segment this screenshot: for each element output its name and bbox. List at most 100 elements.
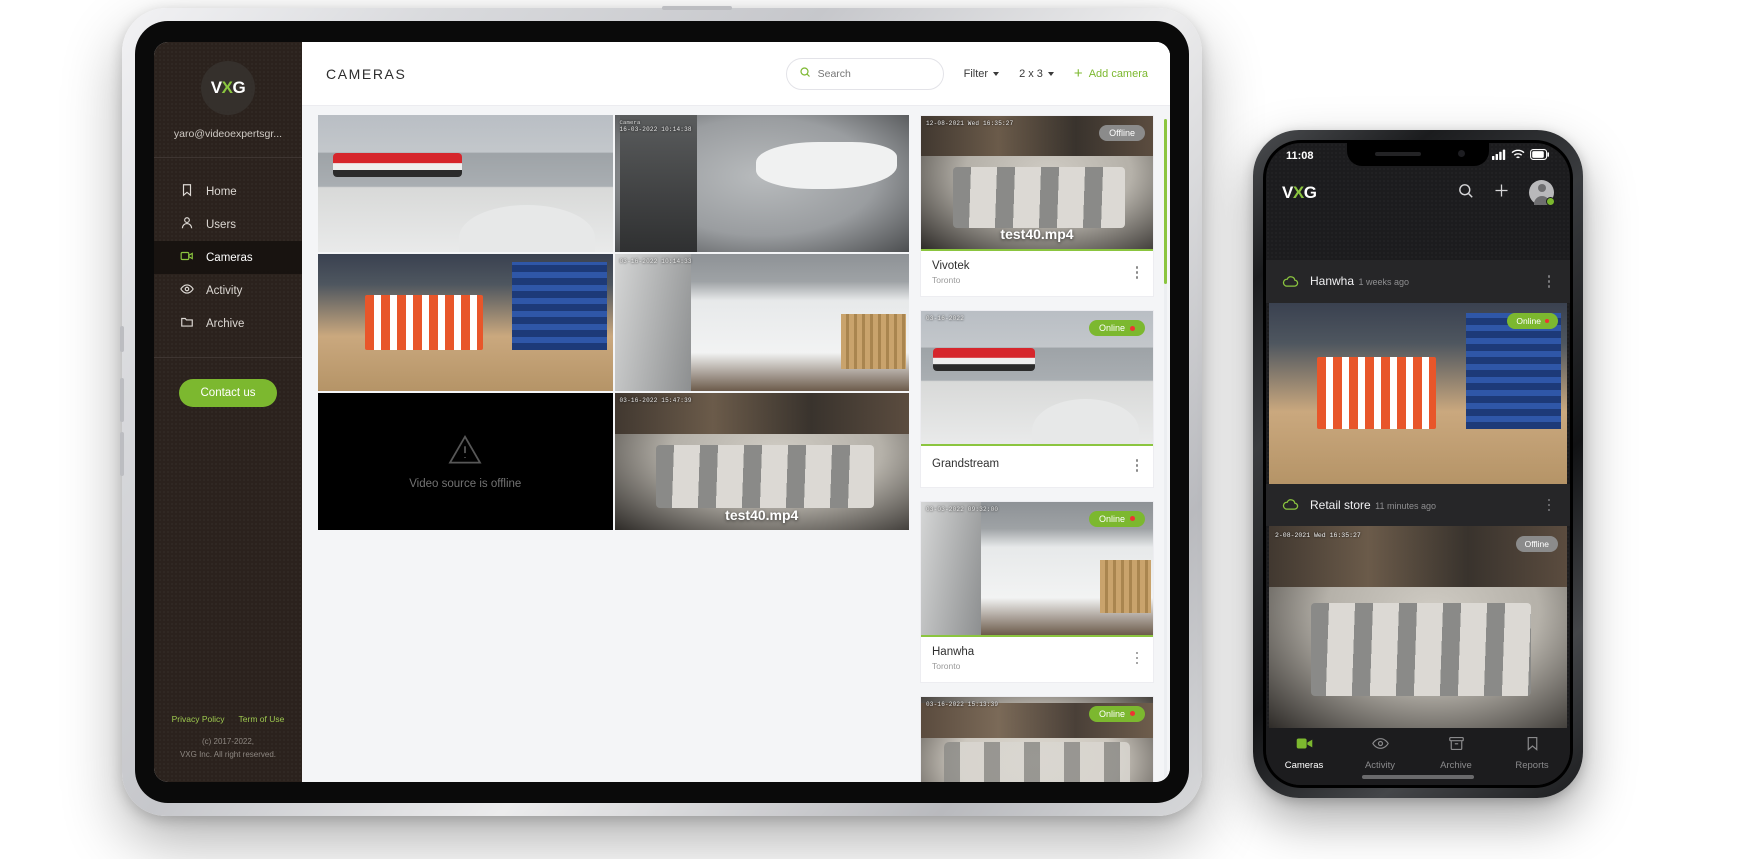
phone-header-spacer — [1266, 216, 1570, 260]
camera-thumbnail[interactable]: 03-03-2022 09:32:00 Online — [921, 501, 1153, 637]
tablet-button-volume-up[interactable] — [120, 378, 124, 422]
search-icon[interactable] — [1457, 182, 1474, 204]
camera-name: Hanwha — [932, 645, 975, 658]
status-time: 11:08 — [1286, 150, 1314, 162]
scrollbar-thumb[interactable] — [1164, 119, 1167, 284]
phone-nav-archive[interactable]: Archive — [1418, 736, 1494, 771]
status-badge: Online — [1088, 510, 1145, 527]
filter-dropdown[interactable]: Filter — [964, 68, 1000, 80]
phone-list-item[interactable]: Hanwha 1 weeks ago — [1266, 260, 1570, 303]
phone-list-item[interactable]: Retail store 11 minutes ago — [1266, 483, 1570, 526]
sidebar-item-label: Archive — [206, 317, 245, 330]
status-badge: Offline — [1099, 125, 1145, 141]
phone-header-actions — [1457, 180, 1555, 206]
camera-card[interactable]: 03-03-2022 09:32:00 Online Hanwha Toront… — [920, 500, 1154, 683]
vxg-logo[interactable]: VXG — [201, 61, 255, 115]
status-badge-label: Online — [1516, 315, 1541, 326]
phone-nav-activity[interactable]: Activity — [1342, 736, 1418, 771]
sidebar-item-cameras[interactable]: Cameras — [154, 241, 302, 274]
footer-links: Privacy Policy Term of Use — [154, 714, 302, 724]
camera-thumbnail[interactable]: 03-16-2022 15:13:39 test40.mp4 Online — [921, 696, 1153, 782]
grid-cell[interactable]: 03-16-2022 15:47:39 test40.mp4 — [614, 393, 909, 530]
status-badge: Offline — [1515, 536, 1558, 552]
copyright-line-2: VXG Inc. All right reserved. — [179, 749, 277, 759]
camera-frame — [318, 115, 613, 252]
camera-menu-button[interactable] — [1132, 648, 1143, 669]
camera-menu-button[interactable] — [1132, 455, 1143, 476]
sidebar-item-label: Cameras — [206, 251, 253, 264]
terms-of-use-link[interactable]: Term of Use — [239, 714, 285, 724]
account-email[interactable]: yaro@videoexpertsgr... — [162, 128, 294, 140]
contact-wrap: Contact us — [154, 358, 302, 407]
sidebar-item-activity[interactable]: Activity — [154, 274, 302, 307]
camera-frame — [1269, 526, 1567, 728]
tablet-button-silent[interactable] — [120, 326, 124, 352]
wifi-icon — [1511, 147, 1525, 165]
search-input[interactable] — [817, 67, 931, 80]
camera-card[interactable]: 03-16-2022 Online Grandstream — [920, 310, 1154, 488]
tablet-button-volume-down[interactable] — [120, 432, 124, 476]
camera-icon — [1296, 736, 1313, 754]
timestamp-overlay: 12-08-2021 Wed 16:35:27 — [926, 120, 1014, 127]
camera-card[interactable]: 12-08-2021 Wed 16:35:27 test40.mp4 Offli… — [920, 115, 1154, 297]
sidebar-item-archive[interactable]: Archive — [154, 307, 302, 340]
phone-nav-label: Reports — [1515, 760, 1549, 771]
recording-dot-icon — [1130, 516, 1135, 521]
status-badge: Online — [1088, 705, 1145, 722]
camera-frame — [318, 254, 613, 391]
grid-cell[interactable]: 03-16-2022 10:14:33 — [614, 254, 909, 391]
folder-icon — [180, 315, 194, 332]
archive-icon — [1448, 736, 1465, 754]
grid-cell[interactable]: Camera 16-03-2022 10:14:38 — [614, 115, 909, 252]
camera-card[interactable]: 03-16-2022 15:13:39 test40.mp4 Online — [920, 695, 1154, 782]
phone-nav-reports[interactable]: Reports — [1494, 736, 1570, 771]
plus-icon[interactable] — [1493, 182, 1510, 204]
status-indicators — [1492, 147, 1550, 165]
layout-dropdown[interactable]: 2 x 3 — [1019, 68, 1054, 80]
status-badge-label: Online — [1098, 513, 1125, 524]
avatar[interactable] — [1529, 180, 1555, 206]
grid-cell[interactable] — [318, 115, 613, 252]
timestamp-overlay: 03-16-2022 10:14:33 — [619, 258, 692, 265]
logo-letter-g: G — [1303, 182, 1317, 202]
camera-location: Toronto — [932, 275, 961, 285]
sidebar-item-home[interactable]: Home — [154, 175, 302, 208]
recording-dot-icon — [1545, 318, 1549, 323]
topbar: CAMERAS Filter — [302, 42, 1170, 106]
tablet-screen: VXG yaro@videoexpertsgr... Home Users Ca… — [154, 42, 1170, 782]
phone-statusbar: 11:08 — [1266, 143, 1570, 169]
camera-list[interactable]: 12-08-2021 Wed 16:35:27 test40.mp4 Offli… — [920, 115, 1156, 782]
status-badge: Online — [1088, 320, 1145, 336]
privacy-policy-link[interactable]: Privacy Policy — [172, 714, 225, 724]
tablet-button-power[interactable] — [662, 6, 732, 10]
camera-icon — [180, 249, 194, 266]
phone-camera-thumbnail[interactable]: 2-08-2021 Wed 16:35:27 Offline — [1269, 526, 1567, 728]
phone-camera-thumbnail[interactable]: Online — [1269, 302, 1567, 484]
phone-item-menu-button[interactable] — [1544, 271, 1555, 292]
camera-list-pane: 12-08-2021 Wed 16:35:27 test40.mp4 Offli… — [920, 115, 1170, 782]
battery-icon — [1530, 147, 1550, 165]
camera-frame — [614, 254, 909, 391]
sidebar-item-users[interactable]: Users — [154, 208, 302, 241]
phone-header: VXG — [1266, 169, 1570, 216]
cloud-icon — [1282, 273, 1299, 290]
list-scrollbar[interactable] — [1164, 119, 1167, 778]
search-box[interactable] — [785, 57, 944, 90]
camera-thumbnail[interactable]: 12-08-2021 Wed 16:35:27 test40.mp4 Offli… — [921, 116, 1153, 251]
phone-bezel: 11:08 VXG Hanwha 1 weeks ago Online Reta… — [1263, 140, 1573, 788]
grid-cell-offline[interactable]: Video source is offline — [318, 393, 613, 530]
chevron-down-icon — [993, 71, 1000, 76]
eye-icon — [1371, 736, 1389, 754]
phone-item-menu-button[interactable] — [1544, 495, 1555, 516]
home-indicator[interactable] — [1362, 775, 1474, 779]
add-camera-button[interactable]: + Add camera — [1074, 66, 1148, 81]
camera-menu-button[interactable] — [1132, 262, 1143, 283]
grid-cell[interactable] — [318, 254, 613, 391]
contact-us-button[interactable]: Contact us — [178, 379, 278, 407]
timestamp-overlay: 03-16-2022 — [926, 315, 965, 322]
camera-thumbnail[interactable]: 03-16-2022 Online — [921, 311, 1153, 446]
phone-vxg-logo[interactable]: VXG — [1282, 182, 1317, 203]
phone-nav-cameras[interactable]: Cameras — [1266, 736, 1342, 771]
sidebar-footer: Privacy Policy Term of Use (c) 2017-2022… — [154, 714, 302, 782]
phone-item-text: Retail store 11 minutes ago — [1310, 496, 1533, 514]
